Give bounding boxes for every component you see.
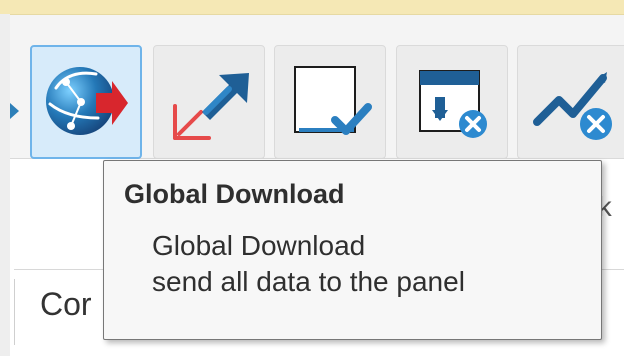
download-cancel-icon [419,70,487,138]
application-screen: Cor tk Global Download Global Download s… [0,0,624,356]
left-window-edge [0,14,10,356]
download-cancel-button[interactable] [396,45,508,159]
upload-arrow-icon [173,73,249,140]
global-download-tooltip: Global Download Global Download send all… [103,160,602,340]
select-button[interactable] [274,45,386,159]
main-toolbar [10,15,624,159]
tooltip-line-2: send all data to the panel [152,265,465,297]
tooltip-title: Global Download [124,179,345,209]
trend-cancel-button[interactable] [517,45,624,159]
checkbox-selection-icon [294,66,372,135]
global-download-button[interactable] [30,45,142,159]
top-title-strip [0,0,624,15]
global-download-icon [46,67,128,135]
tooltip-line-1: Global Download [152,230,366,262]
upload-button[interactable] [153,45,265,159]
connection-label: Cor [40,286,92,322]
scroll-left-icon[interactable] [10,103,19,119]
trend-cancel-icon [533,72,612,140]
